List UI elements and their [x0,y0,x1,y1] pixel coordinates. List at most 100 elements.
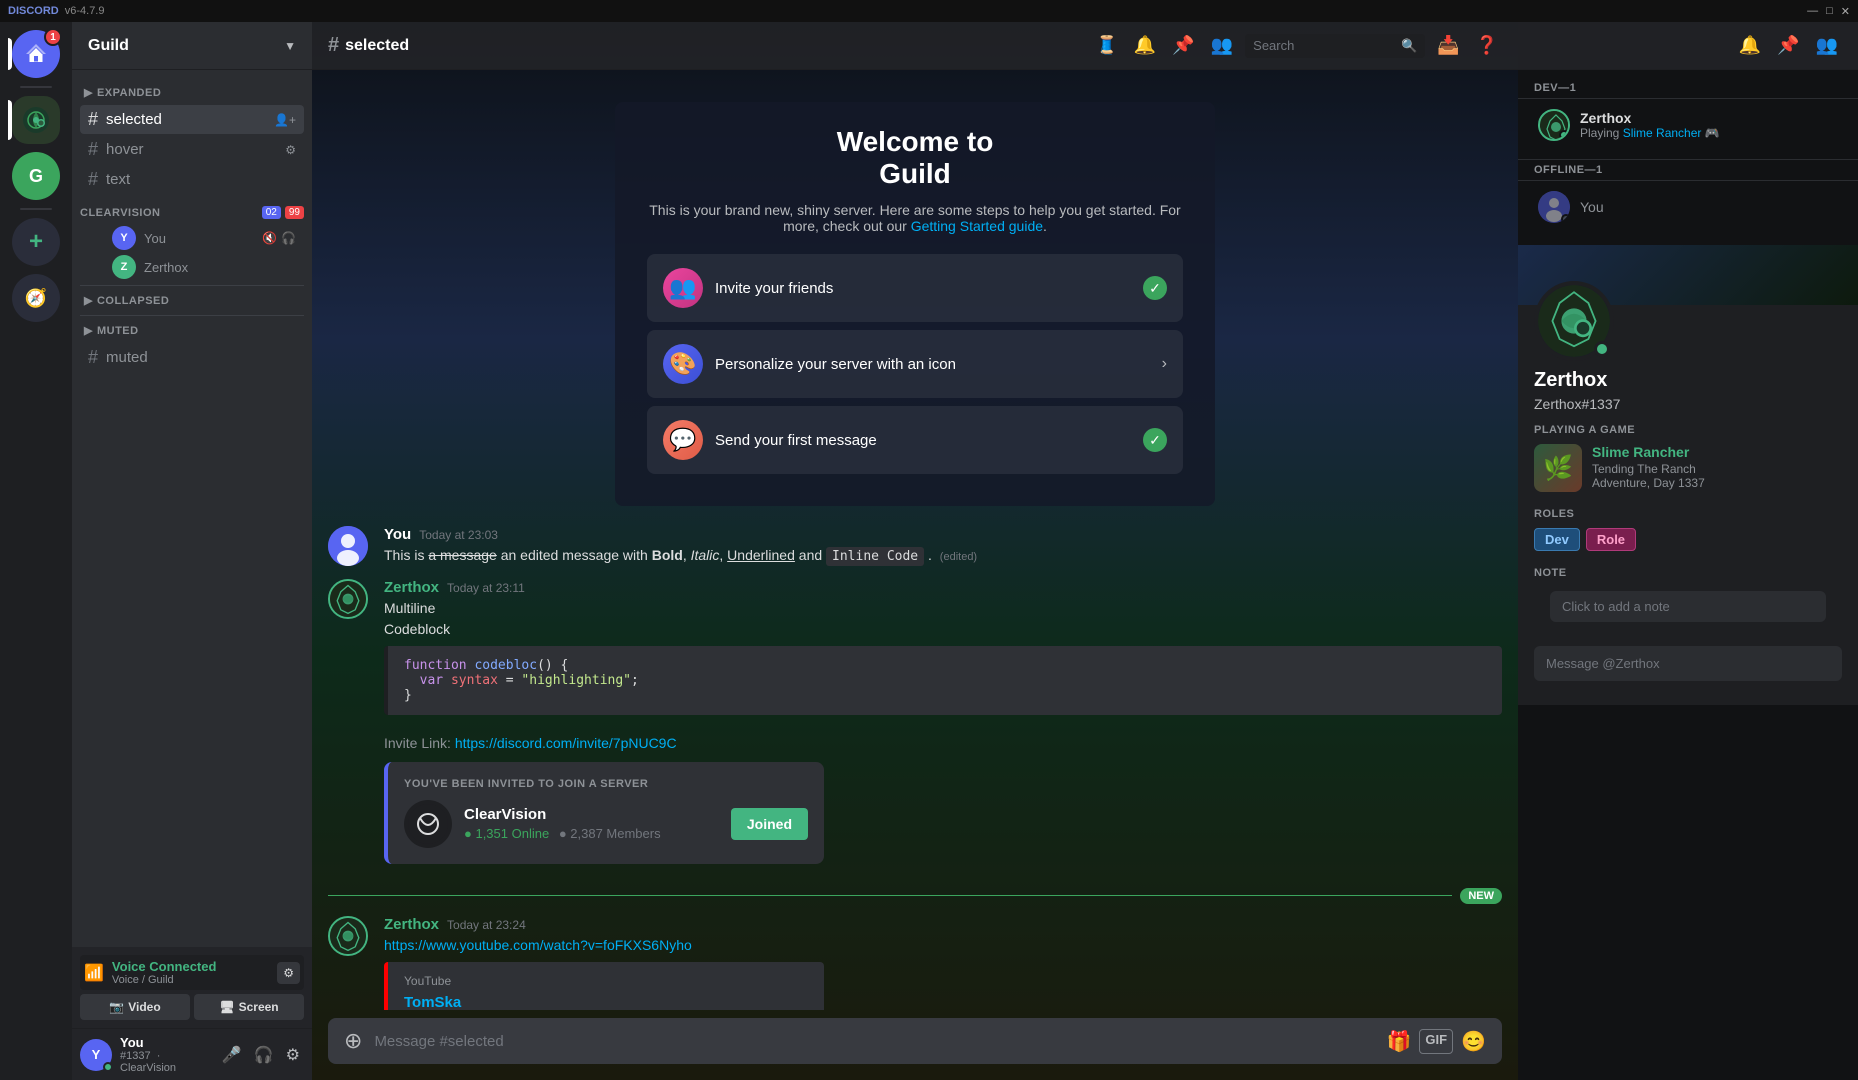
note-box[interactable]: Click to add a note [1550,591,1826,622]
video-button[interactable]: 📷 Video [80,994,190,1020]
pin-button[interactable]: 📌 [1773,31,1803,60]
icon-arrow: › [1162,355,1167,373]
checklist-icon[interactable]: 🎨 Personalize your server with an icon › [647,330,1183,398]
server-g[interactable]: G [12,152,60,200]
user-controls[interactable]: 🎤 🎧 ⚙ [218,1041,304,1069]
server-name-header[interactable]: Guild ▼ [72,22,312,70]
channel-muted[interactable]: # muted [80,343,304,372]
member-list-icon[interactable]: 👥 [1207,31,1237,60]
header-actions[interactable]: 🧵 🔔 📌 👥 Search 🔍 📥 ❓ [1091,31,1502,60]
offline-label: OFFLINE—1 [1534,164,1603,176]
server-divider [20,86,52,88]
invite-embed: YOU'VE BEEN INVITED TO JOIN A SERVER [384,762,824,864]
zerthox-avatar[interactable] [328,579,368,619]
message-label: Send your first message [715,432,1131,449]
inline-code: Inline Code [826,547,924,566]
server-guild[interactable] [12,96,60,144]
user-name: You [120,1035,210,1050]
message-text-4: https://www.youtube.com/watch?v=foFKXS6N… [384,935,1502,956]
join-button[interactable]: Joined [731,808,808,840]
message-author-2[interactable]: Zerthox [384,579,439,596]
message-author-1[interactable]: You [384,526,411,543]
deafen-button[interactable]: 🎧 [250,1041,278,1069]
game-name: Slime Rancher [1592,444,1705,460]
screen-icon: 🖥 [219,1000,234,1014]
zerthox-avatar-2[interactable] [328,916,368,956]
voice-member-zerthox[interactable]: Z Zerthox [80,253,304,281]
channel-title: selected [345,37,409,55]
voice-settings-btn[interactable]: ⚙ [277,962,300,984]
member-you-offline[interactable]: You [1526,183,1850,231]
message-input-area: ⊕ 🎁 GIF 😊 [312,1010,1518,1080]
pin-icon[interactable]: 📌 [1168,31,1198,60]
checklist-message[interactable]: 💬 Send your first message ✓ [647,406,1183,474]
message-group-3: Invite Link: https://discord.com/invite/… [312,729,1518,876]
invite-embed-title: YOU'VE BEEN INVITED TO JOIN A SERVER [404,778,808,790]
hash-icon: # [328,34,339,57]
channel-text[interactable]: # text [80,165,304,194]
server-home[interactable]: 1 [12,30,60,78]
offline-section: OFFLINE—1 You [1518,155,1858,237]
user-panel: Y You #1337 · ClearVision 🎤 🎧 ⚙ [72,1028,312,1080]
server-explore[interactable]: 🧭 [12,274,60,322]
voice-member-you[interactable]: Y You 🔇 🎧 [80,224,304,252]
window-controls[interactable]: — □ ✕ [1807,5,1850,18]
invite-url[interactable]: https://discord.com/invite/7pNUC9C [455,735,677,751]
add-attachment-button[interactable]: ⊕ [344,1028,362,1054]
you-name-offline: You [1580,199,1604,215]
titlebar: DISCORDv6-4.7.9 — □ ✕ [0,0,1858,22]
user-avatar[interactable]: Y [80,1039,112,1071]
member-zerthox[interactable]: Zerthox Playing Slime Rancher 🎮 [1526,101,1850,149]
chat-messages[interactable]: Welcome to Guild This is your brand new,… [312,70,1518,1010]
search-box[interactable]: Search 🔍 [1245,34,1425,58]
gif-button[interactable]: GIF [1419,1029,1453,1054]
message-group-4: Zerthox Today at 23:24 https://www.youtu… [312,912,1518,1011]
inbox-icon[interactable]: 📥 [1433,31,1463,60]
right-panel-header: 🔔 📌 👥 [1518,22,1858,70]
you-avatar[interactable] [328,526,368,566]
notification-icon[interactable]: 🔔 [1130,31,1160,60]
getting-started-link[interactable]: Getting Started guide [911,218,1043,234]
user-settings-button[interactable]: ⚙ [282,1041,304,1069]
dev-section: DEV—1 Zerthox Playing Slime Rancher 🎮 [1518,70,1858,155]
maximize-button[interactable]: □ [1826,5,1833,18]
server-menu-chevron[interactable]: ▼ [284,39,296,53]
section-divider-2 [80,315,304,316]
message-input[interactable] [374,1033,1374,1050]
yt-title[interactable]: TomSka [404,994,808,1011]
welcome-widget: Welcome to Guild This is your brand new,… [615,102,1215,506]
screen-label: Screen [239,1000,279,1014]
mute-button[interactable]: 🎤 [218,1041,246,1069]
channel-hash-icon: # [88,169,98,190]
members-button[interactable]: 👥 [1812,31,1842,60]
role-role[interactable]: Role [1586,528,1636,551]
notifications-button[interactable]: 🔔 [1735,31,1765,60]
settings-icon[interactable]: ⚙ [285,143,296,157]
input-actions: 🎁 GIF 😊 [1387,1029,1486,1054]
gift-icon[interactable]: 🎁 [1387,1029,1412,1054]
you-member-avatar [1538,191,1570,223]
help-icon[interactable]: ❓ [1472,31,1502,60]
channel-hover[interactable]: # hover ⚙ [80,135,304,164]
video-label: Video [128,1000,160,1014]
add-user-icon[interactable]: 👤+ [274,113,296,127]
emoji-icon[interactable]: 😊 [1461,1029,1486,1054]
youtube-link[interactable]: https://www.youtube.com/watch?v=foFKXS6N… [384,937,692,953]
playing-section: PLAYING A GAME 🌿 Slime Rancher Tending T… [1518,412,1858,496]
message-author-4[interactable]: Zerthox [384,916,439,933]
user-status-dot [103,1062,113,1072]
screen-button[interactable]: 🖥 Screen [194,994,304,1020]
message-zerthox-input[interactable]: Message @Zerthox [1534,646,1842,681]
voice-controls[interactable]: ⚙ [277,962,300,984]
channel-selected[interactable]: # selected 👤+ [80,105,304,134]
close-button[interactable]: ✕ [1841,5,1850,18]
role-dev[interactable]: Dev [1534,528,1580,551]
checklist-invite[interactable]: 👥 Invite your friends ✓ [647,254,1183,322]
dev-label: DEV—1 [1534,82,1842,94]
server-add[interactable]: + [12,218,60,266]
message-group-2: Zerthox Today at 23:11 MultilineCodebloc… [312,575,1518,725]
minimize-button[interactable]: — [1807,5,1818,18]
thread-icon[interactable]: 🧵 [1091,31,1121,60]
message-input-box: ⊕ 🎁 GIF 😊 [328,1018,1502,1064]
deafen-icon: 🎧 [281,231,296,245]
